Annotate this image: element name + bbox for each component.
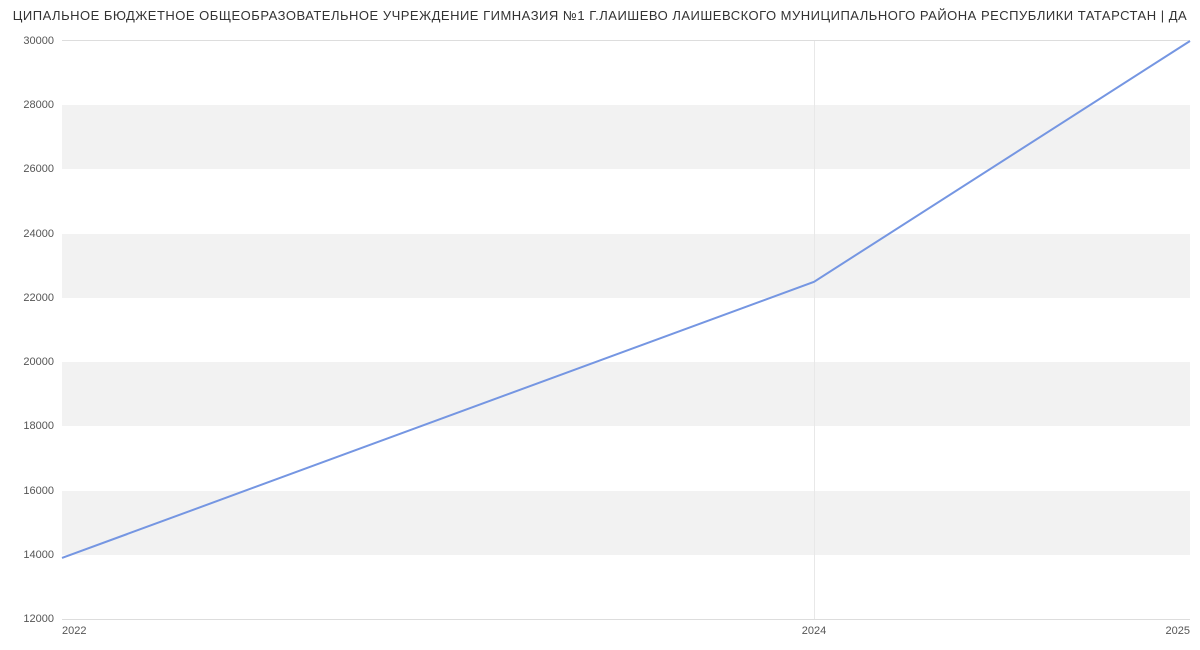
line-plot bbox=[62, 41, 1190, 619]
y-tick-label: 20000 bbox=[23, 356, 54, 368]
y-tick-label: 30000 bbox=[23, 35, 54, 47]
y-tick-label: 18000 bbox=[23, 420, 54, 432]
chart-area: 1200014000160001800020000220002400026000… bbox=[62, 40, 1190, 620]
x-tick-label: 2025 bbox=[1166, 625, 1190, 637]
chart-container: ЦИПАЛЬНОЕ БЮДЖЕТНОЕ ОБЩЕОБРАЗОВАТЕЛЬНОЕ … bbox=[0, 0, 1200, 650]
x-tick-label: 2022 bbox=[62, 625, 86, 637]
plot-area: 1200014000160001800020000220002400026000… bbox=[62, 40, 1190, 620]
y-tick-label: 28000 bbox=[23, 99, 54, 111]
chart-title: ЦИПАЛЬНОЕ БЮДЖЕТНОЕ ОБЩЕОБРАЗОВАТЕЛЬНОЕ … bbox=[0, 8, 1200, 23]
y-tick-label: 26000 bbox=[23, 163, 54, 175]
y-tick-label: 16000 bbox=[23, 485, 54, 497]
y-tick-label: 24000 bbox=[23, 228, 54, 240]
x-tick-label: 2024 bbox=[802, 625, 826, 637]
y-tick-label: 14000 bbox=[23, 549, 54, 561]
y-tick-label: 22000 bbox=[23, 292, 54, 304]
y-tick-label: 12000 bbox=[23, 613, 54, 625]
